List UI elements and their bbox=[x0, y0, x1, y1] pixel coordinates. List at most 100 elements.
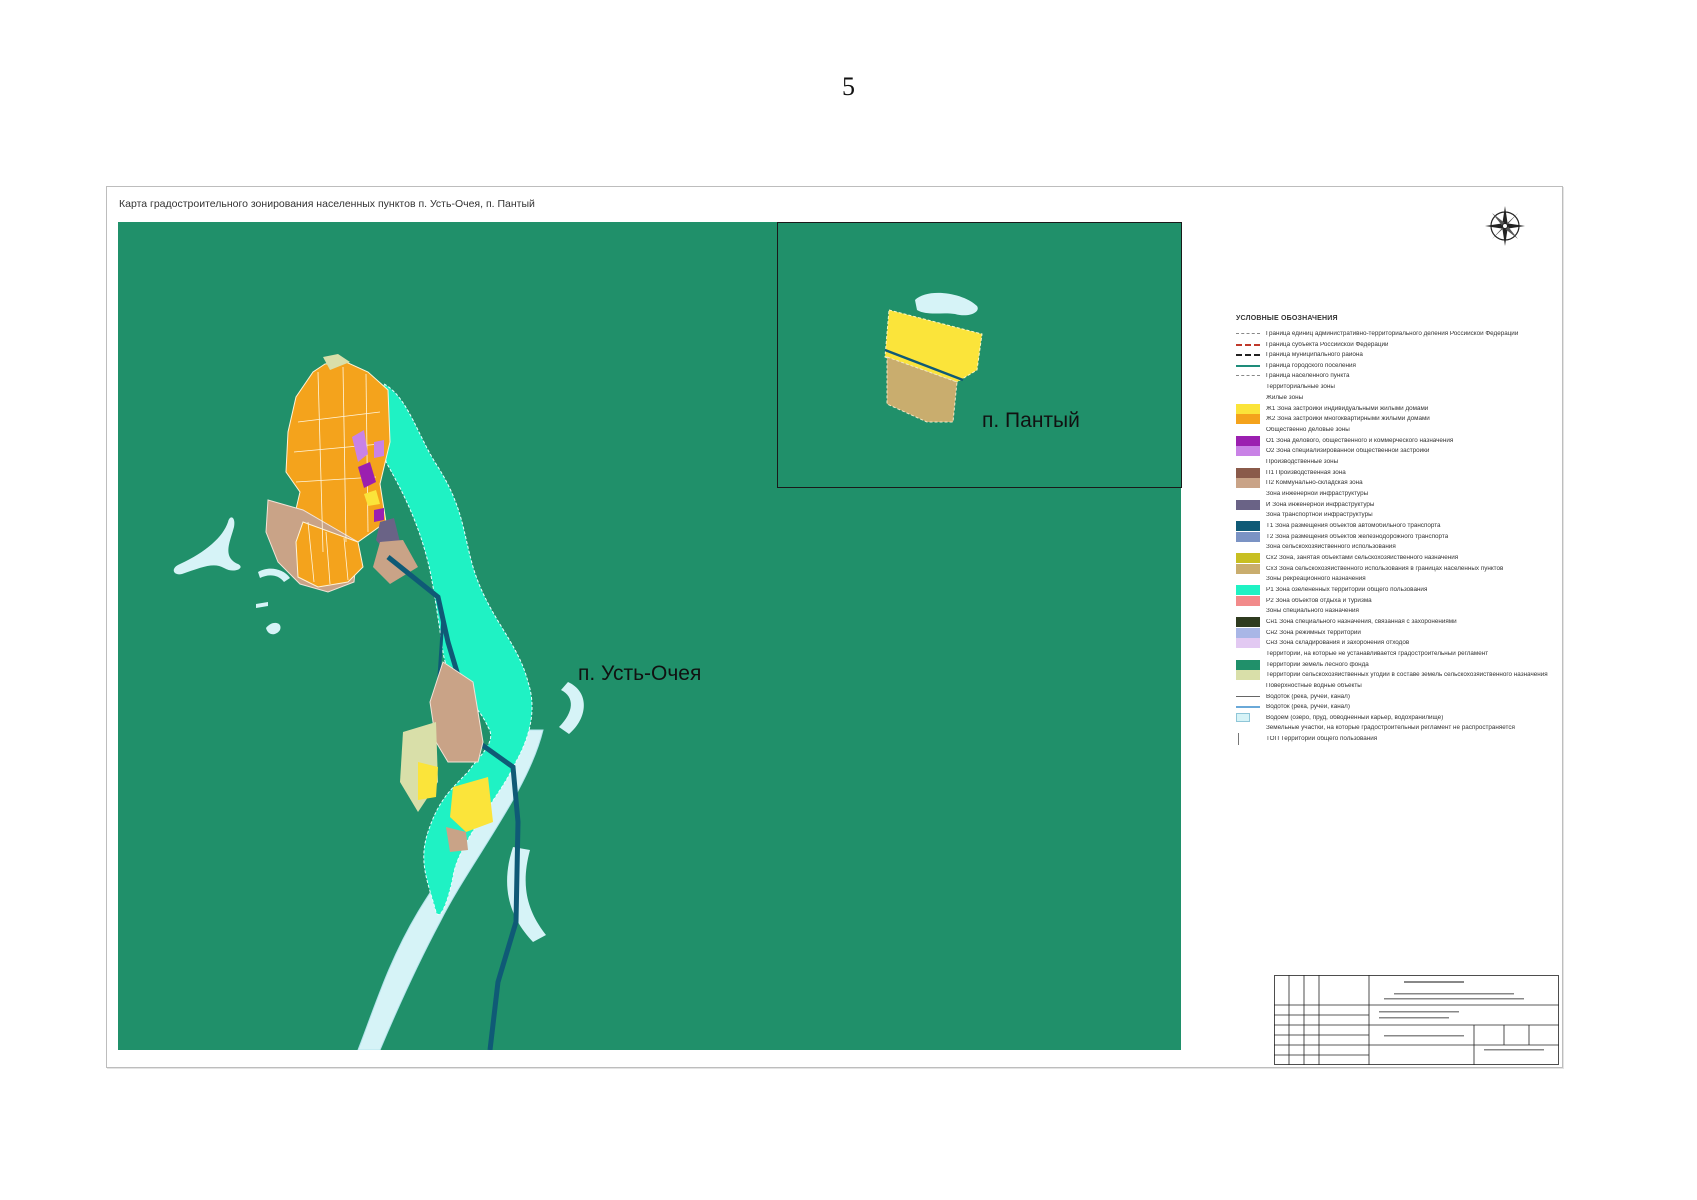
inset-map: п. Пантый bbox=[777, 222, 1182, 488]
legend-item-label: Т1 Зона размещения объектов автомобильно… bbox=[1266, 523, 1441, 530]
legend-item-label: Территории земель лесного фонда bbox=[1266, 661, 1369, 668]
legend-swatch bbox=[1236, 585, 1260, 596]
compass-icon bbox=[1485, 206, 1525, 246]
legend-heading: Зона сельскохозяйственного использования bbox=[1236, 542, 1558, 553]
legend-item-label: Т2 Зона размещения объектов железнодорож… bbox=[1266, 533, 1449, 540]
legend-swatch bbox=[1236, 478, 1260, 489]
legend-item-label: Сн1 Зона специального назначения, связан… bbox=[1266, 619, 1457, 626]
legend-item: Т1 Зона размещения объектов автомобильно… bbox=[1236, 521, 1558, 532]
legend-heading-text: Зона транспортной инфраструктуры bbox=[1266, 512, 1373, 519]
legend-item: Т2 Зона размещения объектов железнодорож… bbox=[1236, 531, 1558, 543]
legend-item-label: Граница городского поселения bbox=[1266, 362, 1356, 369]
legend-line-symbol bbox=[1236, 330, 1260, 338]
legend-item-label: Водоем (озеро, пруд, обводненный карьер,… bbox=[1266, 714, 1444, 721]
legend-heading: Зона инженерной инфраструктуры bbox=[1236, 489, 1558, 500]
legend-item: О2 Зона специализированной общественной … bbox=[1236, 446, 1558, 457]
legend-item-label: П1 Производственная зона bbox=[1266, 469, 1346, 476]
legend-heading: Территориальные зоны bbox=[1236, 382, 1558, 393]
public-zone-3 bbox=[374, 440, 384, 458]
legend-line-symbol bbox=[1236, 703, 1260, 711]
legend-line-symbol bbox=[1236, 351, 1260, 359]
legend-swatch bbox=[1236, 435, 1260, 446]
public-zone-4 bbox=[374, 508, 384, 522]
legend-item-label: ТОП Территории общего пользования bbox=[1266, 736, 1378, 743]
legend-item: О1 Зона делового, общественного и коммер… bbox=[1236, 435, 1558, 447]
settlement-label-pantyi: п. Пантый bbox=[982, 409, 1080, 432]
legend-item-label: О2 Зона специализированной общественной … bbox=[1266, 448, 1430, 455]
legend-swatch bbox=[1236, 467, 1260, 478]
legend-heading: Земельные участки, на которые градострои… bbox=[1236, 723, 1558, 734]
legend-item-label: Р1 Зона озелененных территорий общего по… bbox=[1266, 587, 1428, 594]
legend-heading: Поверхностные водные объекты bbox=[1236, 681, 1558, 692]
legend-swatch bbox=[1236, 446, 1260, 457]
legend-heading-text: Поверхностные водные объекты bbox=[1266, 682, 1362, 689]
legend-item: И Зона инженерной инфраструктуры bbox=[1236, 499, 1558, 511]
legend-heading-text: Зона сельскохозяйственного использования bbox=[1266, 544, 1396, 551]
legend-line-symbol bbox=[1236, 362, 1260, 370]
legend-line-symbol bbox=[1236, 733, 1260, 746]
legend-item: Ж2 Зона застройки многоквартирными жилым… bbox=[1236, 414, 1558, 425]
legend-swatch bbox=[1236, 595, 1260, 606]
legend-swatch bbox=[1236, 617, 1260, 628]
legend-swatch bbox=[1236, 563, 1260, 574]
legend-item: Территории земель лесного фонда bbox=[1236, 659, 1558, 671]
legend-item-label: Р2 Зона объектов отдыха и туризма bbox=[1266, 597, 1372, 604]
legend-item: П2 Коммунально-складская зона bbox=[1236, 478, 1558, 489]
legend-item-label: Граница единиц административно-территори… bbox=[1266, 331, 1519, 338]
residential-individual-south-1 bbox=[418, 762, 438, 800]
legend-swatch bbox=[1236, 414, 1260, 425]
legend-item-label: Ж2 Зона застройки многоквартирными жилым… bbox=[1266, 416, 1430, 423]
legend-item: П1 Производственная зона bbox=[1236, 467, 1558, 479]
map-sheet: Карта градостроительного зонирования нас… bbox=[106, 186, 1563, 1068]
legend-heading-text: Территории, на которые не устанавливаетс… bbox=[1266, 650, 1489, 657]
legend-swatch bbox=[1236, 670, 1260, 681]
legend-line-symbol bbox=[1236, 341, 1260, 349]
legend-item-label: П2 Коммунально-складская зона bbox=[1266, 480, 1363, 487]
legend-item-label: Водоток (река, ручей, канал) bbox=[1266, 704, 1350, 711]
legend-line-symbol bbox=[1236, 372, 1260, 380]
legend-swatch bbox=[1236, 638, 1260, 649]
legend-item: Территории сельскохозяйственных угодий в… bbox=[1236, 670, 1558, 681]
legend-swatch bbox=[1236, 531, 1260, 542]
legend-item: Р2 Зона объектов отдыха и туризма bbox=[1236, 595, 1558, 607]
legend-item: Р1 Зона озелененных территорий общего по… bbox=[1236, 585, 1558, 596]
legend-swatch bbox=[1236, 553, 1260, 564]
legend-swatch bbox=[1236, 499, 1260, 510]
legend-item-label: Граница муниципального района bbox=[1266, 352, 1363, 359]
legend-swatch bbox=[1236, 403, 1260, 414]
legend-heading-text: Земельные участки, на которые градострои… bbox=[1266, 725, 1515, 732]
settlement-label-ust-ocheya: п. Усть-Очея bbox=[578, 662, 701, 685]
legend-item: Сн2 Зона режимных территорий bbox=[1236, 627, 1558, 639]
map-legend: УСЛОВНЫЕ ОБОЗНАЧЕНИЯ Граница единиц адми… bbox=[1236, 315, 1558, 746]
legend-line-symbol bbox=[1236, 693, 1260, 701]
legend-item: Граница городского поселения bbox=[1236, 361, 1558, 372]
legend-heading: Зоны рекреационного назначения bbox=[1236, 574, 1558, 585]
legend-lake-symbol bbox=[1236, 713, 1250, 723]
legend-item: Граница субъекта Российской Федерации bbox=[1236, 340, 1558, 351]
legend-item: Водоток (река, ручей, канал) bbox=[1236, 692, 1558, 703]
legend-item: Водоток (река, ручей, канал) bbox=[1236, 702, 1558, 713]
legend-heading-text: Зоны специального назначения bbox=[1266, 608, 1359, 615]
legend-item-label: Граница субъекта Российской Федерации bbox=[1266, 341, 1389, 348]
legend-item: Граница муниципального района bbox=[1236, 350, 1558, 361]
legend-heading: Общественно деловые зоны bbox=[1236, 425, 1558, 436]
legend-item-label: Сх3 Зона сельскохозяйственного использов… bbox=[1266, 565, 1504, 572]
legend-item-label: Территории сельскохозяйственных угодий в… bbox=[1266, 672, 1548, 679]
legend-item-label: Ж1 Зона застройки индивидуальными жилыми… bbox=[1266, 405, 1429, 412]
title-block bbox=[1274, 975, 1559, 1065]
legend-item-label: О1 Зона делового, общественного и коммер… bbox=[1266, 437, 1454, 444]
legend-rows: Граница единиц административно-территори… bbox=[1236, 329, 1558, 746]
legend-heading: Территории, на которые не устанавливаетс… bbox=[1236, 649, 1558, 660]
legend-item-label: Сх2 Зона, занятая объектами сельскохозяй… bbox=[1266, 555, 1459, 562]
legend-heading-text: Производственные зоны bbox=[1266, 458, 1339, 465]
legend-item-label: Граница населенного пункта bbox=[1266, 373, 1350, 380]
legend-item-label: И Зона инженерной инфраструктуры bbox=[1266, 501, 1375, 508]
legend-item-label: Сн3 Зона складирования и захоронения отх… bbox=[1266, 640, 1410, 647]
legend-heading: Производственные зоны bbox=[1236, 457, 1558, 468]
legend-item-label: Водоток (река, ручей, канал) bbox=[1266, 693, 1350, 700]
legend-item: Граница единиц административно-территори… bbox=[1236, 329, 1558, 340]
legend-heading-text: Зона инженерной инфраструктуры bbox=[1266, 490, 1369, 497]
legend-heading-text: Общественно деловые зоны bbox=[1266, 426, 1350, 433]
legend-swatch bbox=[1236, 521, 1260, 532]
legend-heading: Зоны специального назначения bbox=[1236, 606, 1558, 617]
